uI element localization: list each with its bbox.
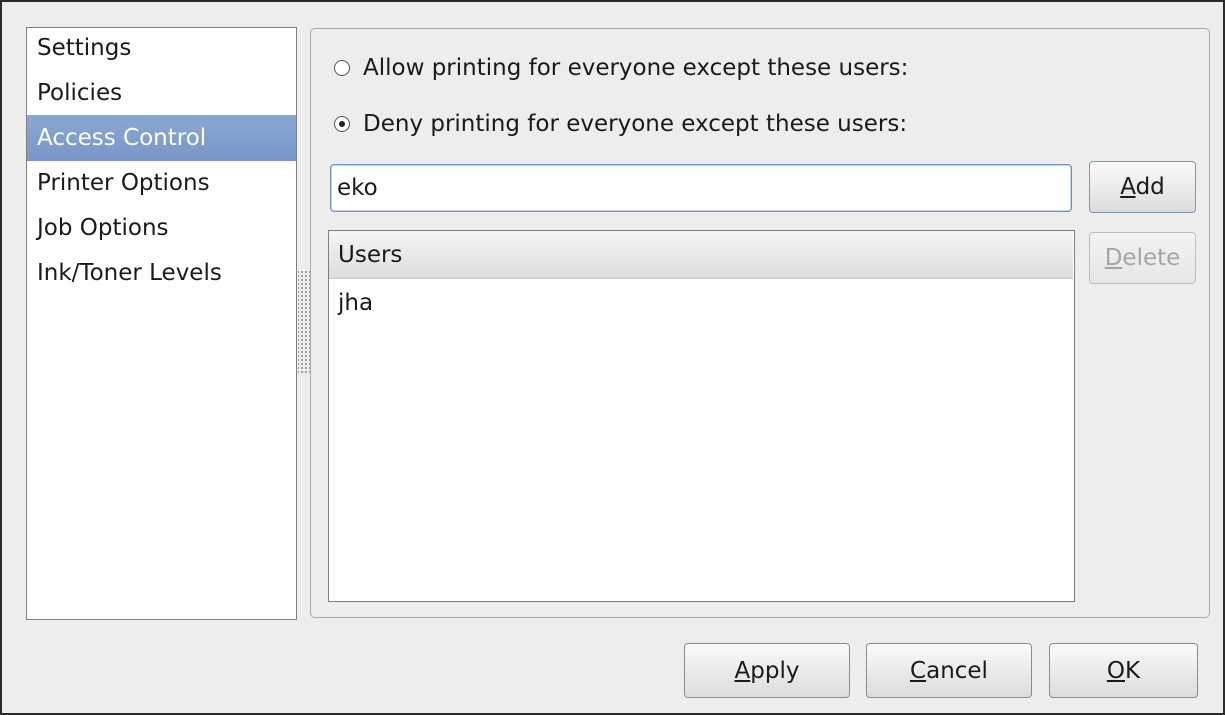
ok-button[interactable]: OK xyxy=(1049,643,1198,698)
allow-printing-radio[interactable] xyxy=(334,60,350,76)
delete-label-rest: elete xyxy=(1122,245,1181,271)
users-list[interactable]: Users jha xyxy=(328,230,1075,602)
delete-user-button[interactable]: Delete xyxy=(1089,232,1196,284)
ok-mnemonic: O xyxy=(1106,657,1125,684)
sidebar-item-access-control[interactable]: Access Control xyxy=(27,115,296,161)
cancel-label-rest: ancel xyxy=(926,657,988,684)
deny-printing-option[interactable]: Deny printing for everyone except these … xyxy=(334,108,907,140)
user-name-input[interactable] xyxy=(330,164,1072,212)
list-item[interactable]: jha xyxy=(329,279,1074,327)
apply-mnemonic: A xyxy=(734,657,751,684)
sidebar-item-printer-options[interactable]: Printer Options xyxy=(27,160,296,206)
add-label-rest: dd xyxy=(1135,174,1165,200)
add-user-button[interactable]: Add xyxy=(1089,161,1196,213)
section-list: Settings Policies Access Control Printer… xyxy=(26,27,297,620)
sidebar-item-ink-toner-levels[interactable]: Ink/Toner Levels xyxy=(27,250,296,296)
deny-printing-label: Deny printing for everyone except these … xyxy=(363,111,908,137)
deny-printing-radio[interactable] xyxy=(334,116,350,132)
apply-label-rest: pply xyxy=(750,657,800,684)
allow-printing-option[interactable]: Allow printing for everyone except these… xyxy=(334,52,908,84)
allow-printing-label: Allow printing for everyone except these… xyxy=(363,55,909,81)
sidebar-item-policies[interactable]: Policies xyxy=(27,70,296,116)
apply-button[interactable]: Apply xyxy=(684,643,850,698)
add-mnemonic: A xyxy=(1120,174,1136,200)
cancel-button[interactable]: Cancel xyxy=(866,643,1032,698)
users-column-header[interactable]: Users xyxy=(329,231,1073,279)
sidebar-item-settings[interactable]: Settings xyxy=(27,25,296,71)
cancel-mnemonic: C xyxy=(910,657,927,684)
pane-resize-handle[interactable] xyxy=(298,270,310,375)
delete-mnemonic: D xyxy=(1104,245,1123,271)
ok-label-rest: K xyxy=(1125,657,1141,684)
sidebar-item-job-options[interactable]: Job Options xyxy=(27,205,296,251)
